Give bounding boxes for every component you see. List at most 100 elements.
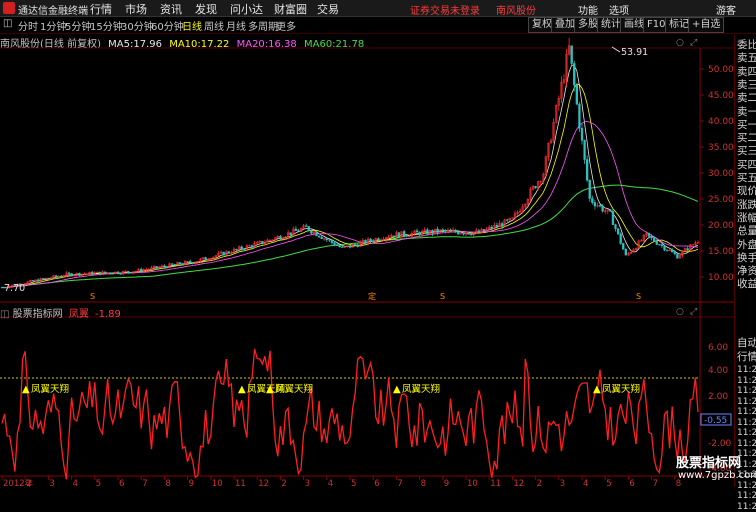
candle-body (328, 239, 331, 241)
zoom-icon[interactable]: ○ (676, 38, 684, 48)
candle-body (67, 272, 71, 274)
candle-body (573, 63, 576, 86)
x-tick-label: 8 (421, 479, 426, 487)
candle-body (392, 235, 395, 238)
x-tick-label: 12 (513, 479, 524, 487)
candle-body (173, 264, 176, 266)
x-tick-label: 2 (26, 479, 31, 487)
sub-icon[interactable]: ◫ (0, 309, 13, 320)
event-marker: S (440, 292, 445, 301)
x-tick-label: 8 (165, 479, 170, 487)
candle-body (436, 228, 439, 233)
candle-body (495, 225, 499, 227)
candle-body (609, 209, 612, 212)
signal-label: 凤翼天翔 (275, 383, 313, 395)
price-tick-label: 10.00 (708, 273, 734, 283)
candle-body (454, 229, 457, 233)
x-tick-label: 6 (119, 479, 124, 487)
candle-body (227, 251, 230, 254)
auto-label[interactable]: 自动 (737, 335, 756, 350)
candle-body (580, 128, 584, 141)
x-tick-label: 10 (212, 479, 223, 487)
price-tick-label: 30.00 (708, 169, 734, 179)
x-tick-label: 5 (96, 479, 101, 487)
candle-body (250, 245, 254, 248)
trade-time: 11:2 (737, 491, 756, 501)
x-tick-label: 11 (235, 479, 246, 487)
quote-label[interactable]: 行情 (737, 349, 756, 364)
candle-body (457, 231, 460, 235)
x-tick-label: 5 (606, 479, 611, 487)
expand-icon[interactable]: ⤢ (689, 38, 697, 48)
trade-time: 11:2 (737, 501, 756, 512)
candle-body (333, 242, 336, 246)
candle-body (330, 239, 334, 243)
trade-time: 11:2 (737, 375, 756, 386)
candle-body (338, 245, 341, 248)
x-tick-label: 3 (305, 479, 310, 487)
candle-body (279, 235, 282, 240)
candle-body (601, 205, 604, 212)
candle-body (619, 233, 622, 244)
candle-body (591, 198, 594, 203)
candle-body (348, 245, 352, 248)
x-tick-label: 4 (328, 479, 333, 487)
quote-field-label: 收益 (737, 278, 756, 291)
trade-time: 11:2 (737, 407, 756, 417)
candle-body (204, 257, 207, 260)
candle-body (462, 233, 465, 235)
candle-body (356, 244, 359, 247)
osc-tick-label: -2.00 (708, 439, 732, 449)
x-tick-label: 6 (374, 479, 379, 487)
candle-body (467, 232, 470, 235)
candle-body (111, 273, 114, 275)
trade-time: 11:2 (737, 365, 756, 375)
candle-body (431, 230, 434, 234)
indicator-line (1, 348, 699, 480)
candle-body (335, 244, 339, 247)
candle-body (140, 268, 143, 272)
x-tick-label: 9 (444, 479, 449, 487)
candle-body (91, 271, 94, 275)
x-tick-label: 3 (560, 479, 565, 487)
candle-body (578, 103, 581, 129)
candle-body (686, 248, 689, 251)
candle-body (325, 238, 328, 240)
candle-body (653, 237, 656, 242)
price-tick-label: 40.00 (708, 117, 734, 127)
candle-body (240, 246, 243, 250)
candle-body (444, 229, 447, 232)
candle-body (583, 140, 586, 160)
sub-expand-icon[interactable]: ⤢ (689, 307, 697, 317)
x-tick-label: 7 (142, 479, 147, 487)
trade-time: 11:2 (737, 438, 756, 449)
x-tick-label: 3 (49, 479, 54, 487)
right-quote-panel: 委比 卖五 卖四 卖三 卖二 卖一 买一 买二 买三 买四 买五 现价 涨跌 涨幅 总量 外盘 换手 净资 收益 自… (734, 35, 756, 512)
candle-body (320, 236, 323, 239)
candle-body (98, 271, 102, 275)
high-label: 53.91 (621, 47, 648, 58)
chart-canvas[interactable]: 50.00 45.00 40.00 35.00 30.00 25.00 20.00 15.00… (0, 0, 756, 487)
candle-body (354, 244, 357, 246)
candle-body (119, 273, 122, 275)
candle-body (248, 245, 251, 247)
candle-body (614, 224, 617, 229)
candle-body (369, 238, 372, 242)
osc-tick-label: 4.00 (708, 366, 728, 376)
watermark-title: 股票指标网 (676, 456, 742, 471)
sub-zoom-icon[interactable]: ○ (676, 307, 684, 317)
candle-body (191, 262, 194, 264)
candle-body (663, 245, 666, 251)
candle-body (402, 231, 406, 236)
candle-body (42, 278, 45, 280)
candle-body (673, 251, 676, 255)
event-marker: 定 (368, 291, 376, 301)
price-tick-label: 45.00 (708, 91, 734, 101)
signal-triangle-icon: ▲ (238, 384, 246, 395)
candle-body (70, 273, 73, 277)
indicator-value: -1.89 (95, 309, 121, 320)
current-value-label: -0.55 (704, 416, 727, 426)
candle-body (170, 263, 174, 265)
candle-body (297, 230, 300, 232)
x-tick-label: 9 (189, 479, 194, 487)
